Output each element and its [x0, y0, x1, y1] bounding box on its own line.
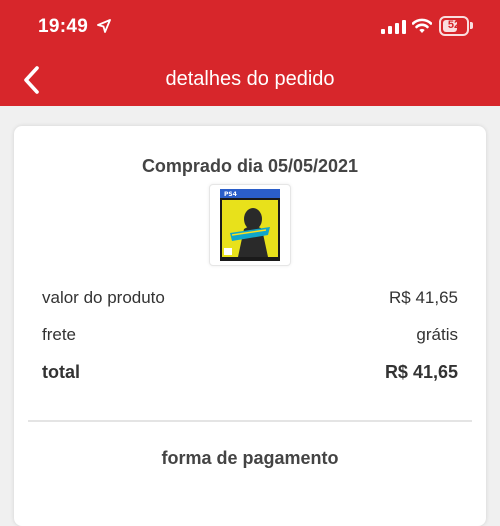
summary-row-product-value: valor do produto R$ 41,65 [42, 286, 458, 310]
svg-text:PS4: PS4 [224, 191, 237, 198]
cellular-signal-icon [381, 20, 406, 34]
summary-row-shipping: frete grátis [42, 323, 458, 347]
app-header: 19:49 52 detalhes do pedido [0, 0, 500, 106]
purchase-date: Comprado dia 05/05/2021 [141, 156, 359, 176]
battery-icon: 52 [439, 16, 469, 36]
summary-value: grátis [416, 325, 458, 344]
section-divider [28, 420, 472, 422]
page-title: detalhes do pedido [165, 68, 335, 90]
payment-section-title: forma de pagamento [161, 448, 339, 468]
summary-label: frete [42, 325, 77, 344]
summary-value: R$ 41,65 [389, 288, 458, 307]
wifi-icon [412, 18, 432, 33]
summary-label: valor do produto [42, 288, 165, 307]
total-label: total [42, 361, 80, 382]
order-details-card: Comprado dia 05/05/2021 PS4 valor do pro… [14, 126, 486, 526]
status-time: 19:49 [38, 16, 89, 37]
game-cover-image: PS4 [220, 189, 280, 261]
battery-cap [470, 22, 473, 29]
product-thumbnail[interactable]: PS4 [209, 184, 291, 266]
location-arrow-icon [97, 19, 111, 33]
total-value: R$ 41,65 [384, 361, 458, 382]
battery-percent: 52 [447, 19, 461, 31]
summary-row-total: total R$ 41,65 [42, 360, 458, 384]
